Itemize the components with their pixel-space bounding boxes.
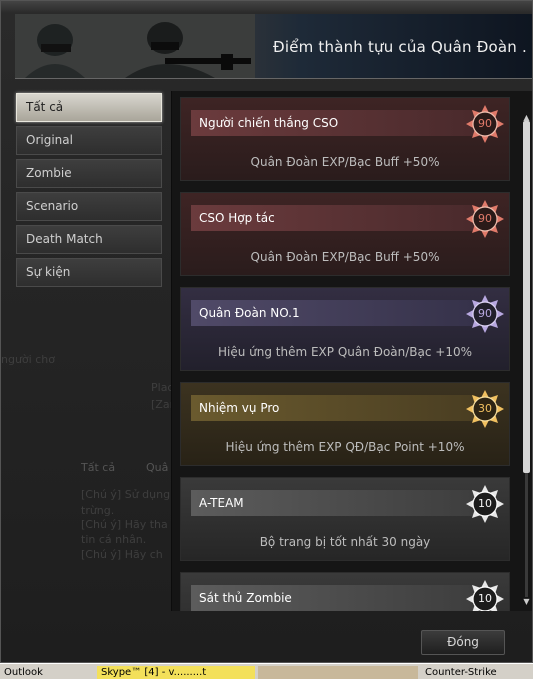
tab-scenario[interactable]: Scenario	[16, 192, 162, 221]
bg-line-3: [Chú ý] Hãy tha	[81, 518, 168, 531]
achievement-name: CSO Hợp tác	[191, 205, 475, 231]
window-top-strip	[1, 1, 532, 13]
achievement-list: Người chiến thắng CSO 90 Quân Đoàn EXP/B…	[171, 91, 532, 611]
scroll-thumb[interactable]	[523, 121, 530, 473]
achievement-card: Sát thủ Zombie 10	[180, 572, 510, 611]
bg-text-left: người chơ	[1, 353, 55, 366]
achievement-card: Người chiến thắng CSO 90 Quân Đoàn EXP/B…	[180, 97, 510, 181]
achievement-name: Quân Đoàn NO.1	[191, 300, 475, 326]
bg-tab-2: Quâ	[146, 461, 169, 474]
taskbar-item-3[interactable]	[258, 666, 418, 679]
achievement-card: Quân Đoàn NO.1 90 Hiệu ứng thêm EXP Quân…	[180, 287, 510, 371]
medal-points: 90	[478, 117, 492, 130]
medal-points: 10	[478, 592, 492, 605]
list-scrollbar[interactable]: ▲ ▼	[522, 113, 531, 607]
medal-points: 30	[478, 402, 492, 415]
bg-line-1: [Chú ý] Sử dụng	[81, 488, 171, 501]
tab-event[interactable]: Sự kiện	[16, 258, 162, 287]
achievement-description: Quân Đoàn EXP/Bạc Buff +50%	[250, 155, 440, 169]
tab-original[interactable]: Original	[16, 126, 162, 155]
bg-tab-1: Tất cả	[81, 461, 116, 474]
achievement-description: Bộ trang bị tốt nhất 30 ngày	[259, 535, 431, 549]
header-banner: Điểm thành tựu của Quân Đoàn .	[15, 14, 532, 79]
achievement-name: Nhiệm vụ Pro	[191, 395, 475, 421]
achievement-card: CSO Hợp tác 90 Quân Đoàn EXP/Bạc Buff +5…	[180, 192, 510, 276]
tab-all[interactable]: Tất cả	[16, 93, 162, 122]
scroll-down-icon[interactable]: ▼	[522, 597, 531, 606]
category-tabs: Tất cả Original Zombie Scenario Death Ma…	[16, 93, 162, 291]
bg-line-4: tin cá nhân.	[81, 533, 147, 546]
achievement-description: Quân Đoàn EXP/Bạc Buff +50%	[250, 250, 440, 264]
tab-zombie[interactable]: Zombie	[16, 159, 162, 188]
soldiers-artwork	[15, 14, 255, 78]
banner-title: Điểm thành tựu của Quân Đoàn .	[273, 38, 527, 56]
medal-points: 90	[478, 307, 492, 320]
taskbar-item-counter-strike[interactable]: Counter-Strike	[421, 666, 533, 679]
tab-death-match[interactable]: Death Match	[16, 225, 162, 254]
achievement-name: Người chiến thắng CSO	[191, 110, 475, 136]
achievement-card: A-TEAM 10 Bộ trang bị tốt nhất 30 ngày	[180, 477, 510, 561]
achievement-description: Hiệu ứng thêm EXP Quân Đoàn/Bạc +10%	[217, 345, 473, 359]
medal-points: 90	[478, 212, 492, 225]
achievement-name: A-TEAM	[191, 490, 475, 516]
medal-points: 10	[478, 497, 492, 510]
achievement-card: Nhiệm vụ Pro 30 Hiệu ứng thêm EXP QĐ/Bạc…	[180, 382, 510, 466]
achievement-name: Sát thủ Zombie	[191, 585, 475, 611]
bg-line-2: trừng.	[81, 504, 115, 517]
taskbar-item-outlook[interactable]: Outlook	[0, 666, 94, 679]
close-button[interactable]: Đóng	[421, 630, 505, 655]
bg-line-5: [Chú ý] Hãy ch	[81, 548, 163, 561]
achievement-description: Hiệu ứng thêm EXP QĐ/Bạc Point +10%	[225, 440, 465, 454]
achievement-window: Điểm thành tựu của Quân Đoàn . Tất cả Or…	[0, 0, 533, 663]
windows-taskbar: Outlook Skype™ [4] - v.........t Counter…	[0, 663, 533, 679]
taskbar-item-skype[interactable]: Skype™ [4] - v.........t	[97, 666, 255, 679]
